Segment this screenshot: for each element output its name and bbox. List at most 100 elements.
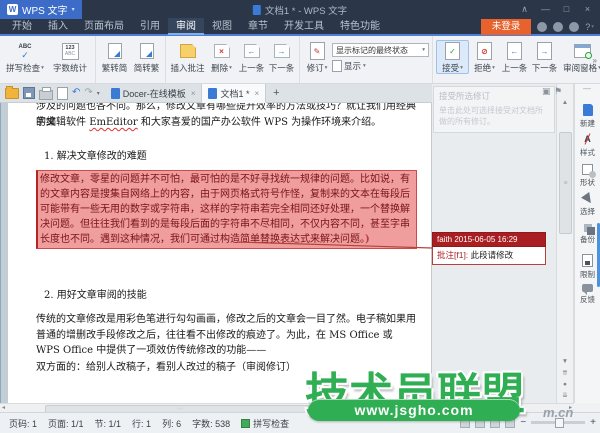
show-markup-button[interactable]: 显示 ▾ [332, 60, 429, 72]
app-menu-button[interactable]: W WPS 文字 ▾ [0, 0, 82, 19]
sidebar-item-select[interactable]: 选择 [575, 194, 600, 217]
paragraph-intro-line2: 字编辑软件 EmEditor 和大家喜爱的国产办公软件 WPS 为操作环境来介绍… [36, 115, 419, 131]
close-tab-icon[interactable]: × [191, 89, 196, 98]
left-arrow-glyph: ← [245, 45, 259, 57]
next-change-button[interactable]: → 下一条 [530, 40, 559, 73]
comments-pane-settings-icon[interactable]: ▣ [542, 86, 551, 97]
review-ribbon: ABC✓ 拼写检查▾ 123ABC 字数统计 繁转简 简转繁 [0, 36, 600, 84]
tooltip-title: 接受所选修订 [439, 90, 549, 102]
prohibit-glyph: ⊘ [478, 43, 491, 59]
collapse-ribbon-button[interactable]: ∧ [515, 2, 534, 16]
help-button[interactable]: ? ▾ [585, 22, 594, 32]
tab-page-layout[interactable]: 页面布局 [76, 18, 132, 35]
theme-icon[interactable] [569, 22, 579, 32]
tab-references[interactable]: 引用 [132, 18, 168, 35]
delete-comment-button[interactable]: × 删除▾ [207, 40, 236, 73]
wps-doc-icon [208, 88, 217, 99]
next-change-icon: → [537, 42, 552, 60]
tab-home[interactable]: 开始 [4, 18, 40, 35]
save-icon[interactable] [23, 87, 35, 99]
close-tab-icon[interactable]: × [255, 89, 260, 98]
styles-icon: A [584, 134, 591, 145]
maximize-button[interactable]: □ [557, 2, 576, 16]
grip-glyph: ⋯ [177, 407, 183, 411]
tab-insert[interactable]: 插入 [40, 18, 76, 35]
review-pane-icon [574, 42, 591, 60]
status-page-number: 页码: 1 [9, 417, 37, 430]
update-icon[interactable] [553, 22, 563, 32]
comment-scope-bracket: ) [365, 234, 370, 245]
vertical-scrollbar-thumb[interactable]: ≡ [559, 132, 572, 234]
open-file-icon[interactable] [5, 88, 19, 99]
markup-display-column: 显示标记的最终状态 ▾ 显示 ▾ [332, 40, 429, 72]
spell-check-button[interactable]: ABC✓ 拼写检查▾ [3, 40, 47, 73]
status-column: 列: 6 [162, 417, 181, 430]
tab-section[interactable]: 章节 [240, 18, 276, 35]
chevron-down-icon: ▾ [41, 63, 44, 73]
markup-state-select[interactable]: 显示标记的最终状态 ▾ [332, 43, 429, 57]
comments-pane-pin-icon[interactable]: ⚑ [554, 86, 562, 97]
status-word-count[interactable]: 字数: 538 [192, 417, 230, 430]
status-spell-check[interactable]: 拼写检查 [241, 417, 289, 430]
abc-glyph: ABC [65, 51, 75, 57]
heading-2: 2. 用好文章审阅的技能 [44, 288, 419, 304]
window-controls: ∧ — □ × [515, 2, 597, 16]
next-comment-button[interactable]: → 下一条 [267, 40, 296, 73]
sidebar-item-styles[interactable]: A 样式 [575, 134, 600, 158]
comment-ref-label: 批注[f1]: [437, 250, 468, 260]
simp-to-trad-button[interactable]: 简转繁 [131, 40, 162, 73]
help-icon: ? [585, 22, 590, 32]
track-changes-button[interactable]: ✎ 修订▾ [303, 40, 331, 73]
delete-comment-icon: × [214, 42, 230, 60]
sidebar-item-feedback[interactable]: 反馈 [575, 284, 600, 305]
skin-icon[interactable] [537, 22, 547, 32]
window-title: 文档1 * - WPS 文字 [265, 3, 347, 17]
previous-page-icon[interactable]: ⇈ [557, 369, 573, 379]
reject-change-button[interactable]: ⊘ 拒绝▾ [470, 40, 499, 73]
comment-balloon[interactable]: faith 2015-06-05 16:29 批注[f1]: 此段请修改 [432, 232, 546, 265]
docer-tab[interactable]: Docer-在线模板 × [105, 84, 202, 102]
docer-icon [111, 88, 120, 99]
sidebar-item-new[interactable]: 新建 [575, 104, 600, 129]
previous-comment-button[interactable]: ← 上一条 [237, 40, 266, 73]
sidebar-item-shapes[interactable]: 形状 [575, 164, 600, 188]
print-icon[interactable] [39, 90, 53, 100]
redo-icon[interactable]: ↷ [84, 87, 92, 99]
zoom-slider[interactable] [531, 421, 585, 424]
document1-tab[interactable]: 文档1 * × [201, 83, 266, 103]
accept-revisions-tooltip: 接受所选修订 单击此处可选择接受对文档所做的所有修订。 [433, 86, 555, 133]
scroll-left-icon[interactable]: ◂ [2, 404, 5, 412]
check-glyph: ✓ [21, 51, 29, 59]
x-glyph: × [215, 45, 229, 57]
previous-comment-icon: ← [244, 42, 260, 60]
new-tab-button[interactable]: + [266, 87, 286, 99]
collapse-panel-icon[interactable]: — [583, 84, 591, 93]
zoom-in-button[interactable]: + [590, 418, 596, 428]
scroll-down-icon[interactable]: ▼ [557, 357, 573, 367]
close-button[interactable]: × [578, 2, 597, 16]
grip-glyph: ≡ [563, 180, 567, 187]
comment-body[interactable]: 批注[f1]: 此段请修改 [432, 247, 546, 265]
print-preview-icon[interactable] [57, 87, 68, 100]
page-left-gutter [0, 84, 8, 403]
previous-change-button[interactable]: ← 上一条 [500, 40, 529, 73]
next-page-icon[interactable]: ⇊ [557, 391, 573, 401]
scroll-up-icon[interactable]: ▲ [557, 98, 573, 108]
ribbon-overflow-button[interactable]: » [593, 56, 597, 65]
tab-developer[interactable]: 开发工具 [276, 18, 332, 35]
tab-review[interactable]: 审阅 [168, 18, 204, 35]
undo-icon[interactable]: ↶ [72, 87, 80, 99]
insert-comment-button[interactable]: 插入批注 [169, 40, 206, 73]
trad-to-simp-button[interactable]: 繁转简 [99, 40, 130, 73]
tab-view[interactable]: 视图 [204, 18, 240, 35]
minimize-button[interactable]: — [536, 2, 555, 16]
spell-check-status-icon [241, 419, 250, 428]
accept-change-button[interactable]: ✓ 接受▾ [436, 40, 469, 74]
login-button[interactable]: 未登录 [481, 19, 532, 35]
quick-access-more-icon[interactable]: ▾ [97, 90, 100, 97]
vertical-scrollbar[interactable]: ▲ ≡ ▼ ⇈ ● ⇊ [556, 84, 574, 403]
tab-special-features[interactable]: 特色功能 [332, 18, 388, 35]
browse-object-icon[interactable]: ● [557, 380, 573, 390]
word-count-button[interactable]: 123ABC 字数统计 [48, 40, 92, 73]
wps-writer-window: W WPS 文字 ▾ 文档1 * - WPS 文字 ∧ — □ × 开始 插入 … [0, 0, 600, 433]
